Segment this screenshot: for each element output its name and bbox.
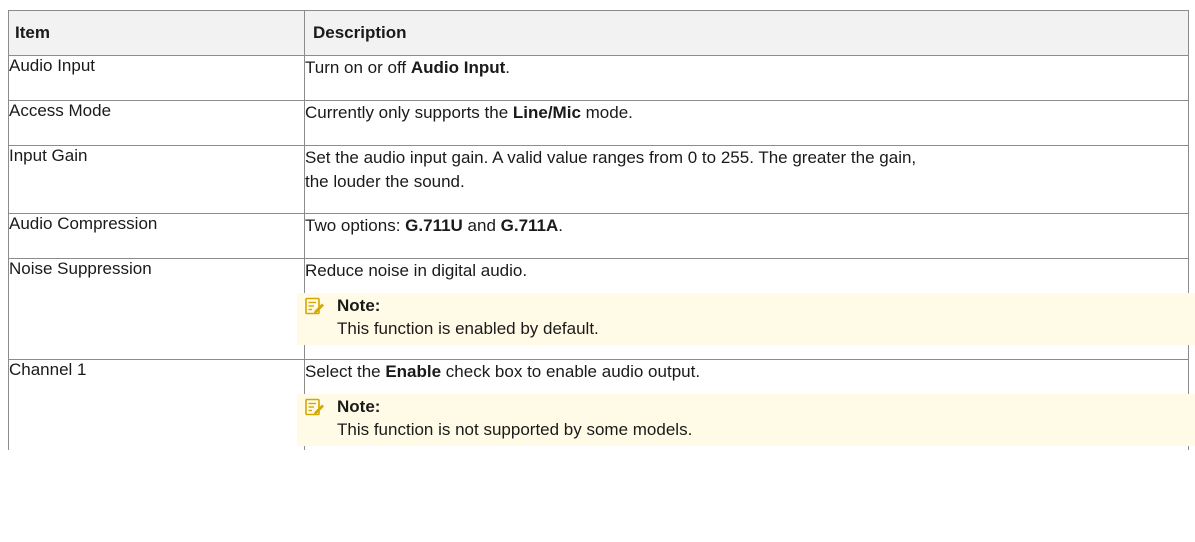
description-cell: Reduce noise in digital audio. Note: Thi… — [297, 258, 1195, 360]
item-cell: Input Gain — [8, 145, 305, 214]
description-cell: Currently only supports the Line/Mic mod… — [304, 100, 1189, 146]
note-header: Note: — [305, 396, 1188, 418]
item-cell: Access Mode — [8, 100, 305, 146]
note-header: Note: — [305, 295, 1188, 317]
table-header-row: Item Description — [8, 10, 1189, 56]
header-description: Description — [304, 10, 1189, 56]
desc-line: the louder the sound. — [305, 172, 465, 191]
desc-bold: G.711A — [500, 216, 559, 235]
desc-bold: Line/Mic — [512, 103, 581, 122]
desc-bold: Audio Input — [410, 58, 506, 77]
desc-text: Currently only supports the — [305, 103, 513, 122]
note-text: This function is not supported by some m… — [337, 420, 693, 439]
item-cell: Channel 1 — [8, 359, 305, 450]
desc-text: Select the — [305, 362, 386, 381]
note-label: Note: — [337, 296, 381, 315]
desc-text: Turn on or off — [305, 58, 411, 77]
note-pencil-icon — [305, 398, 325, 416]
item-cell: Noise Suppression — [8, 258, 305, 360]
description-cell: Two options: G.711U and G.711A. — [304, 213, 1189, 259]
desc-line: Reduce noise in digital audio. — [305, 261, 528, 280]
item-cell: Audio Input — [8, 55, 305, 101]
note-text: This function is enabled by default. — [337, 319, 599, 338]
note-label: Note: — [337, 397, 381, 416]
note-box: Note: This function is enabled by defaul… — [297, 293, 1195, 345]
table-row: Audio Input Turn on or off Audio Input. — [8, 55, 1189, 101]
note-pencil-icon — [305, 297, 325, 315]
description-cell: Turn on or off Audio Input. — [304, 55, 1189, 101]
desc-bold: G.711U — [405, 216, 463, 235]
table-row: Access Mode Currently only supports the … — [8, 100, 1189, 146]
desc-text: and — [462, 216, 501, 235]
table-row: Noise Suppression Reduce noise in digita… — [8, 258, 1195, 360]
description-cell: Select the Enable check box to enable au… — [297, 359, 1195, 450]
table-row: Audio Compression Two options: G.711U an… — [8, 213, 1189, 259]
table-row: Channel 1 Select the Enable check box to… — [8, 359, 1195, 450]
desc-text: Two options: — [305, 216, 406, 235]
desc-text: . — [558, 216, 564, 235]
desc-text: . — [505, 58, 510, 77]
table-row: Input Gain Set the audio input gain. A v… — [8, 145, 1189, 214]
desc-line: Set the audio input gain. A valid value … — [305, 148, 917, 167]
parameter-table: Item Description Audio Input Turn on or … — [8, 10, 1195, 450]
item-cell: Audio Compression — [8, 213, 305, 259]
header-item: Item — [8, 10, 305, 56]
desc-text: mode. — [580, 103, 633, 122]
description-cell: Set the audio input gain. A valid value … — [304, 145, 1189, 214]
desc-text: check box to enable audio output. — [441, 362, 701, 381]
desc-bold: Enable — [385, 362, 442, 381]
note-box: Note: This function is not supported by … — [297, 394, 1195, 446]
